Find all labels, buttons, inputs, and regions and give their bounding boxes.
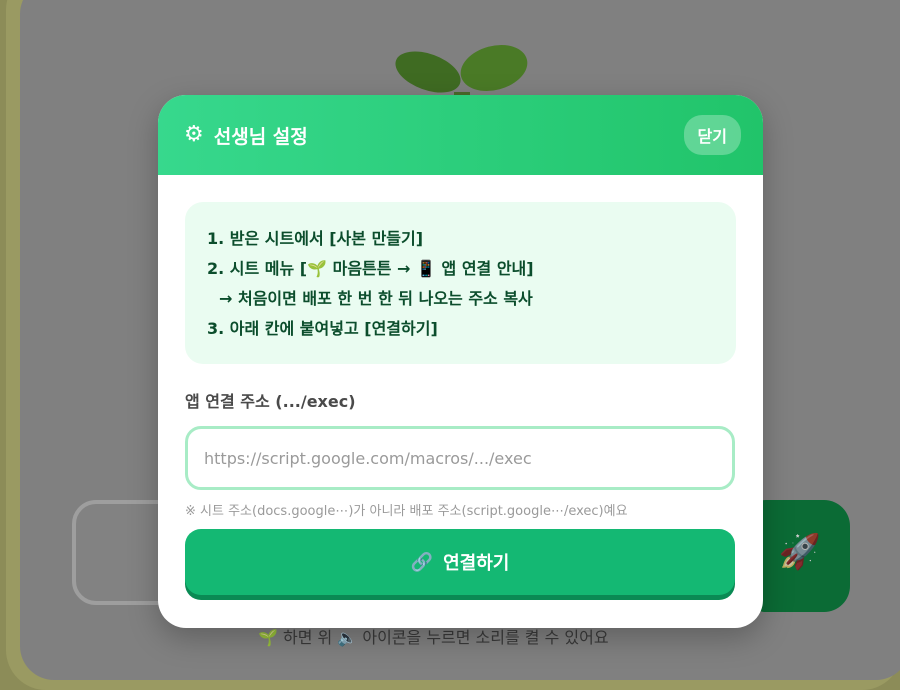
url-field-label: 앱 연결 주소 (.../exec) xyxy=(185,392,356,411)
instruction-step-1: 1. 받은 시트에서 [사본 만들기] xyxy=(207,229,424,248)
instruction-step-3: 3. 아래 칸에 붙여넣고 [연결하기] xyxy=(207,319,438,338)
modal-body: 1. 받은 시트에서 [사본 만들기] 2. 시트 메뉴 [🌱 마음튼튼 → 📱… xyxy=(158,175,763,595)
url-field-note: ※ 시트 주소(docs.google⋯)가 아니라 배포 주소(script.… xyxy=(185,504,628,519)
gear-icon: ⚙ xyxy=(184,122,204,147)
app-url-input[interactable] xyxy=(185,426,735,490)
instructions-box: 1. 받은 시트에서 [사본 만들기] 2. 시트 메뉴 [🌱 마음튼튼 → 📱… xyxy=(185,202,736,364)
modal-title: 선생님 설정 xyxy=(213,125,308,148)
rocket-icon: 🚀 xyxy=(778,532,822,572)
close-button[interactable]: 닫기 xyxy=(683,115,741,155)
link-icon: 🔗 xyxy=(410,551,434,573)
instruction-step-2: 2. 시트 메뉴 [🌱 마음튼튼 → 📱 앱 연결 안내] xyxy=(207,259,534,278)
modal-header: ⚙ 선생님 설정 닫기 xyxy=(158,95,763,175)
connect-button-label: 연결하기 xyxy=(443,553,510,574)
connect-button[interactable]: 🔗 연결하기 xyxy=(185,529,735,595)
instruction-step-2-detail: → 처음이면 배포 한 번 한 뒤 나오는 주소 복사 xyxy=(219,289,533,308)
teacher-settings-modal: ⚙ 선생님 설정 닫기 1. 받은 시트에서 [사본 만들기] 2. 시트 메뉴… xyxy=(158,95,763,628)
modal-header-title-group: ⚙ 선생님 설정 xyxy=(184,122,308,149)
